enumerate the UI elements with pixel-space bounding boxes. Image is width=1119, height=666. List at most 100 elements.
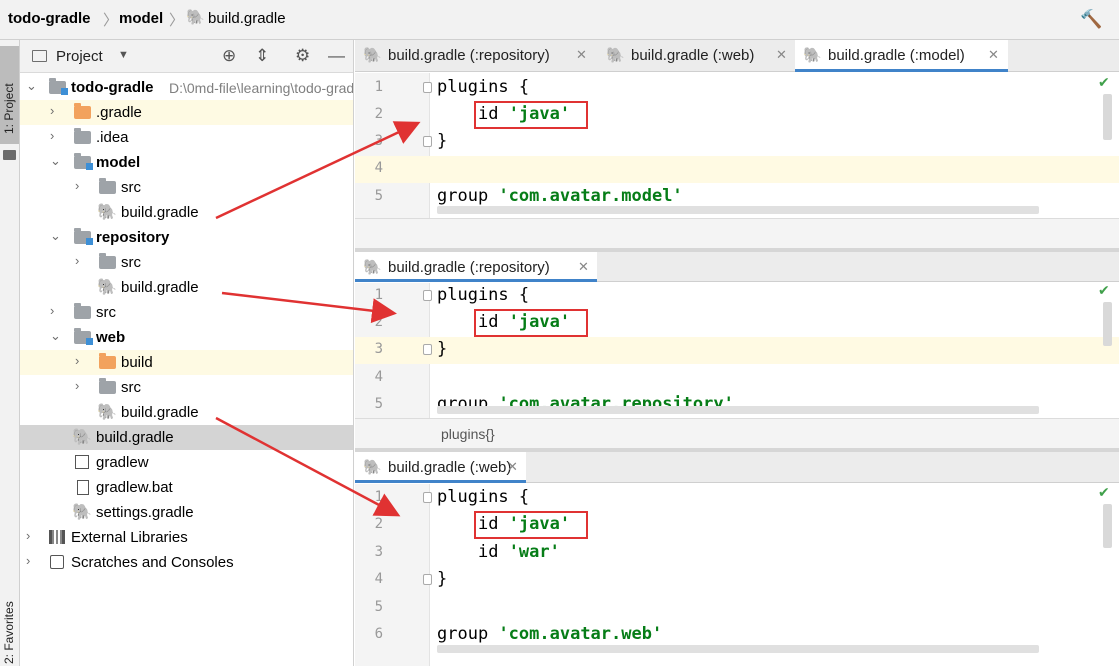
navigation-bar: todo-gradle 〉 model 〉 🐘 build.gradle 🔨	[0, 0, 1119, 40]
code-line[interactable]: 2 id 'java'	[355, 102, 1119, 129]
tree-item-idea[interactable]: › .idea	[20, 125, 353, 150]
tree-item-web-src[interactable]: › src	[20, 375, 353, 400]
code-line-caret[interactable]: 4	[355, 156, 1119, 183]
code-line[interactable]: 4	[355, 365, 1119, 392]
tree-item-gradlew[interactable]: gradlew	[20, 450, 353, 475]
chevron-down-icon[interactable]: ⌄	[50, 328, 61, 344]
horizontal-scrollbar[interactable]	[437, 645, 1039, 653]
tree-item-root-build-gradle[interactable]: 🐘 build.gradle	[20, 425, 353, 450]
fold-marker[interactable]	[423, 82, 432, 93]
module-folder-icon	[74, 228, 93, 245]
vertical-scrollbar[interactable]	[1103, 504, 1112, 548]
tree-item-repository-src[interactable]: › src	[20, 250, 353, 275]
chevron-right-icon[interactable]: ›	[26, 528, 30, 543]
fold-marker[interactable]	[423, 290, 432, 301]
tree-item-model[interactable]: ⌄ model	[20, 150, 353, 175]
tree-item-model-build-gradle[interactable]: 🐘 build.gradle	[20, 200, 353, 225]
tree-item-external-libraries[interactable]: › External Libraries	[20, 525, 353, 550]
tree-item-web[interactable]: ⌄ web	[20, 325, 353, 350]
chevron-down-icon[interactable]: ▼	[118, 49, 129, 61]
code-text: plugins {	[437, 77, 530, 97]
code-line[interactable]: 3 id 'war'	[355, 540, 1119, 567]
code-text: group 'com.avatar.model'	[437, 186, 683, 206]
tree-item-label: src	[121, 379, 141, 396]
horizontal-scrollbar[interactable]	[437, 406, 1039, 414]
project-tool-label: 1: Project	[2, 83, 16, 134]
fold-marker[interactable]	[423, 574, 432, 585]
tree-item-web-build[interactable]: › build	[20, 350, 353, 375]
code-line[interactable]: 5	[355, 595, 1119, 622]
code-line-caret[interactable]: 3 }	[355, 337, 1119, 364]
chevron-right-icon[interactable]: ›	[75, 253, 79, 268]
collapse-icon[interactable]: ⇕	[255, 46, 269, 66]
bat-file-icon	[77, 480, 89, 495]
tree-item-root-src[interactable]: › src	[20, 300, 353, 325]
code-line[interactable]: 3 }	[355, 129, 1119, 156]
folder-icon	[74, 128, 91, 144]
gradle-icon: 🐘	[97, 279, 117, 296]
code-line[interactable]: 2 id 'java'	[355, 310, 1119, 337]
chevron-down-icon[interactable]: ⌄	[50, 153, 61, 169]
tree-item-repository-build-gradle[interactable]: 🐘 build.gradle	[20, 275, 353, 300]
check-icon: ✔	[1098, 282, 1110, 298]
locate-icon[interactable]: ⊕	[222, 46, 236, 66]
chevron-right-icon[interactable]: ›	[75, 178, 79, 193]
annotation-highlight-box	[474, 511, 588, 539]
code-text: }	[437, 569, 448, 589]
chevron-down-icon[interactable]: ⌄	[50, 228, 61, 244]
tab-repository-split[interactable]: 🐘 build.gradle (:repository) ✕	[355, 252, 597, 282]
tree-item-web-build-gradle[interactable]: 🐘 build.gradle	[20, 400, 353, 425]
library-icon	[49, 530, 65, 544]
code-line[interactable]: 1 plugins {	[355, 75, 1119, 102]
code-line[interactable]: 4 }	[355, 567, 1119, 594]
breadcrumb-project[interactable]: todo-gradle	[8, 10, 91, 27]
fold-marker[interactable]	[423, 492, 432, 503]
fold-marker[interactable]	[423, 344, 432, 355]
code-text: }	[437, 131, 448, 151]
close-icon[interactable]: ✕	[776, 47, 787, 63]
close-icon[interactable]: ✕	[576, 47, 587, 63]
tree-item-repository[interactable]: ⌄ repository	[20, 225, 353, 250]
project-view-selector[interactable]: Project	[56, 48, 103, 65]
chevron-right-icon[interactable]: ›	[75, 378, 79, 393]
code-line[interactable]: 2 id 'java'	[355, 512, 1119, 539]
tab-label: build.gradle (:web)	[388, 459, 512, 476]
breadcrumb-file[interactable]: build.gradle	[208, 10, 286, 27]
close-icon[interactable]: ✕	[578, 259, 589, 275]
close-icon[interactable]: ✕	[988, 47, 999, 63]
chevron-right-icon[interactable]: ›	[50, 103, 54, 118]
code-line[interactable]: 1 plugins {	[355, 485, 1119, 512]
tree-item-scratches[interactable]: › Scratches and Consoles	[20, 550, 353, 575]
vertical-scrollbar[interactable]	[1103, 94, 1112, 140]
horizontal-scrollbar[interactable]	[437, 206, 1039, 214]
chevron-right-icon[interactable]: ›	[50, 303, 54, 318]
minimize-icon[interactable]: —	[328, 46, 345, 66]
tree-item-gradle-dir[interactable]: › .gradle	[20, 100, 353, 125]
chevron-down-icon[interactable]: ⌄	[26, 78, 37, 94]
chevron-right-icon[interactable]: ›	[75, 353, 79, 368]
tree-item-settings-gradle[interactable]: 🐘 settings.gradle	[20, 500, 353, 525]
fold-marker[interactable]	[423, 136, 432, 147]
tree-item-label: External Libraries	[71, 529, 188, 546]
gradle-icon: 🐘	[72, 429, 92, 446]
code-line[interactable]: 1 plugins {	[355, 283, 1119, 310]
breadcrumb-module[interactable]: model	[119, 10, 163, 27]
favorites-tool-button[interactable]: 2: Favorites	[0, 580, 19, 666]
chevron-right-icon[interactable]: ›	[50, 128, 54, 143]
tab-web[interactable]: 🐘 build.gradle (:web) ✕	[598, 40, 794, 72]
project-tool-button[interactable]: 1: Project	[0, 46, 19, 144]
chevron-right-icon[interactable]: ›	[26, 553, 30, 568]
tree-item-todo-gradle[interactable]: ⌄ todo-gradle D:\0md-file\learning\todo-…	[20, 75, 353, 100]
tab-web-split[interactable]: 🐘 build.gradle (:web) ✕	[355, 452, 526, 483]
code-text: plugins {	[437, 285, 530, 305]
build-hammer-icon[interactable]: 🔨	[1080, 9, 1102, 30]
tree-item-gradlew-bat[interactable]: gradlew.bat	[20, 475, 353, 500]
module-folder-icon	[74, 328, 93, 345]
tab-repository[interactable]: 🐘 build.gradle (:repository) ✕	[355, 40, 593, 72]
structure-breadcrumb[interactable]: plugins{}	[441, 426, 495, 442]
tab-model[interactable]: 🐘 build.gradle (:model) ✕	[795, 40, 1008, 72]
close-icon[interactable]: ✕	[507, 459, 518, 475]
gear-icon[interactable]: ⚙	[295, 46, 310, 66]
vertical-scrollbar[interactable]	[1103, 302, 1112, 346]
tree-item-model-src[interactable]: › src	[20, 175, 353, 200]
